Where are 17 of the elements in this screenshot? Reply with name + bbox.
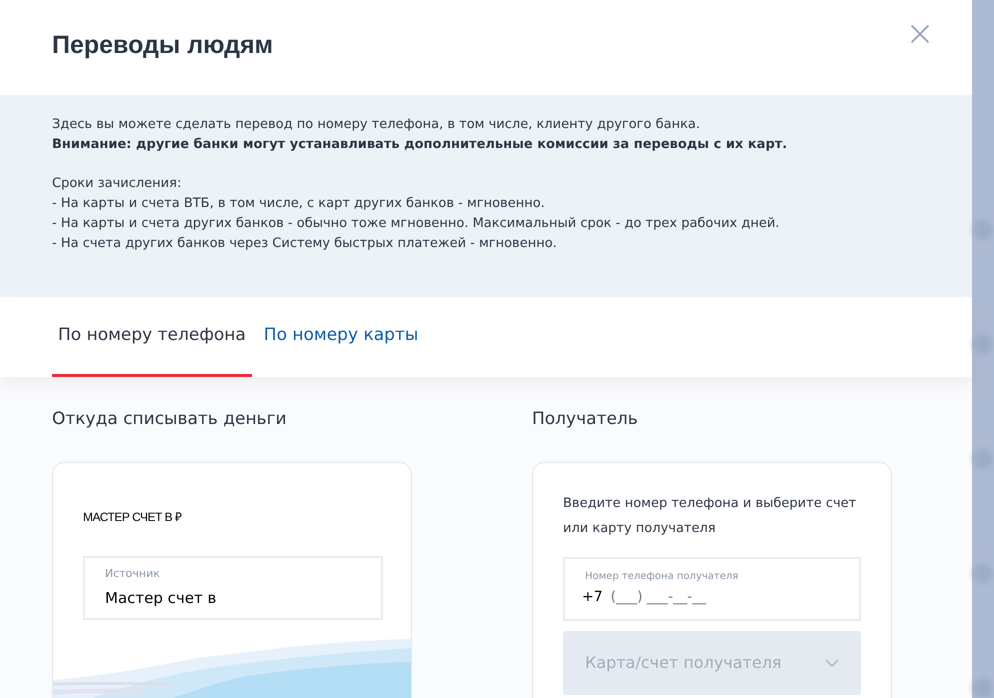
dialog-title: Переводы людям: [52, 30, 274, 61]
info-text: Здесь вы можете сделать перевод по номеру телефона, в том числе, клиенту другого банка.: [52, 116, 702, 134]
source-field[interactable]: Источник Мастер счет в: [83, 556, 383, 620]
chevron-down-icon: [825, 659, 839, 667]
tab[interactable]: По номеру карты: [258, 297, 424, 377]
phone-prefix: +7: [582, 588, 603, 607]
section-heading: Откуда списывать деньги: [52, 408, 288, 431]
info-text: - На счета других банков через Систему быстрых платежей - мгновенно.: [52, 235, 558, 253]
hint-text: Введите номер телефона и выберите счет или карту получателя: [563, 495, 858, 538]
info-text: - На карты и счета других банков - обычно тоже мгновенно. Максимальный срок - до трех рабочих дней.: [52, 215, 780, 233]
info-text: Внимание: другие банки могут устанавливать дополнительные комиссии за переводы с их карт.: [52, 136, 788, 154]
section-heading: Получатель: [532, 408, 639, 431]
info-text: - На карты и счета ВТБ, в том числе, с карт других банков - мгновенно.: [52, 195, 546, 213]
info-text: Сроки зачисления:: [52, 175, 182, 193]
phone-field[interactable]: Номер телефона получателя +7 (___) ___-__-__: [563, 557, 861, 621]
card-title: МАСТЕР СЧЕТ В ₽: [83, 509, 182, 526]
phone-mask: (___) ___-__-__: [610, 588, 706, 607]
